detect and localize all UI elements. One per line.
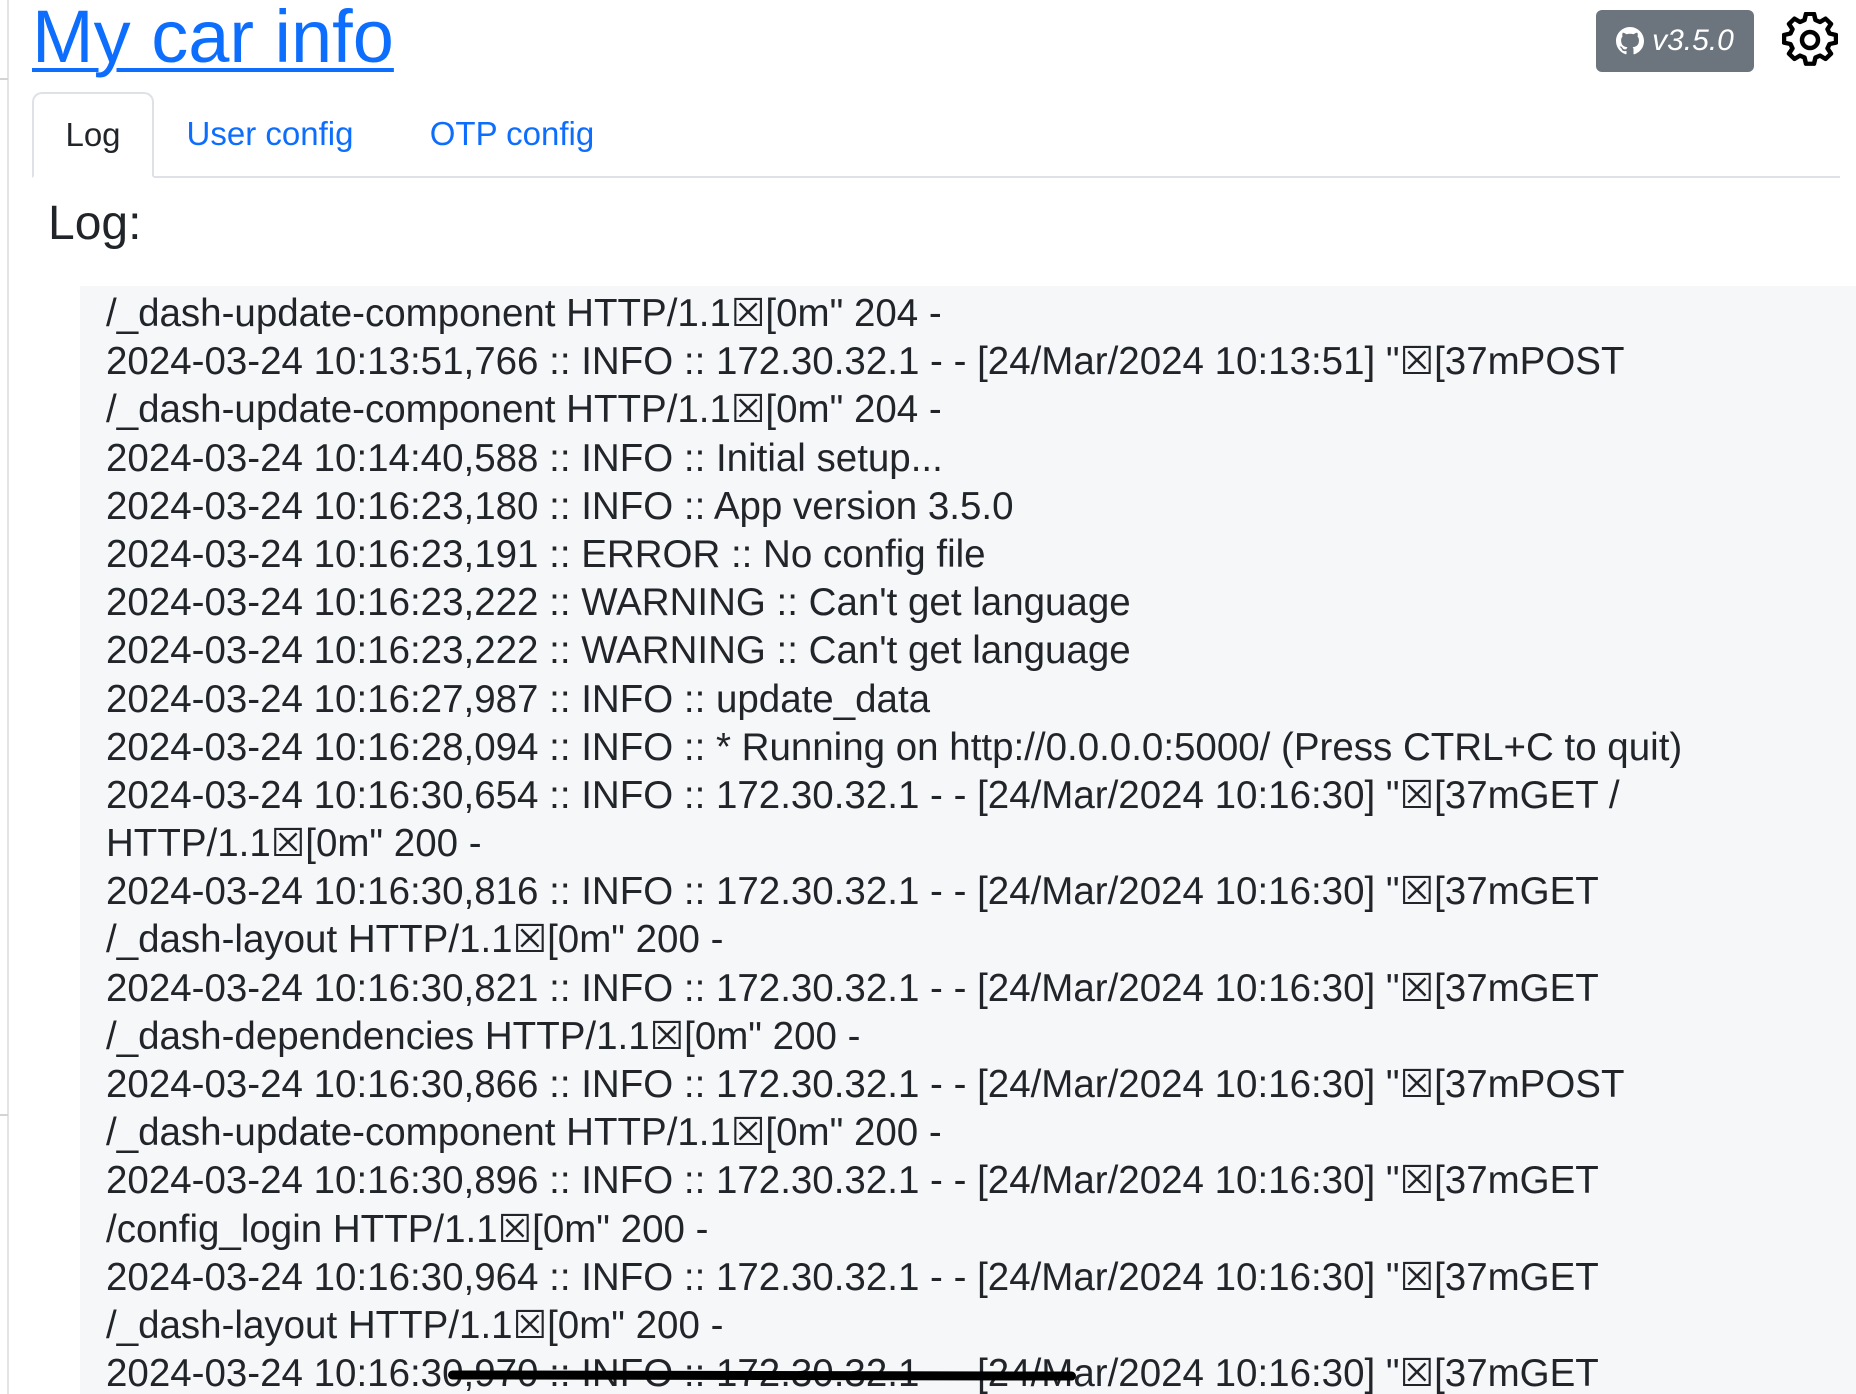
log-line: /_dash-layout HTTP/1.1☒[0m" 200 -: [106, 918, 724, 962]
log-line: 2024-03-24 10:16:28,094 :: INFO :: * Run…: [106, 725, 1683, 769]
log-line: 2024-03-24 10:14:40,588 :: INFO :: Initi…: [106, 436, 943, 480]
log-line: 2024-03-24 10:16:23,222 :: WARNING :: Ca…: [106, 629, 1131, 673]
log-line: 2024-03-24 10:16:30,821 :: INFO :: 172.3…: [106, 966, 1599, 1010]
left-border-tick: [0, 1114, 8, 1116]
tab-log[interactable]: Log: [32, 92, 154, 178]
github-version-button[interactable]: v3.5.0: [1596, 10, 1754, 72]
log-output-panel[interactable]: /_dash-update-component HTTP/1.1☒[0m" 20…: [80, 286, 1856, 1394]
tab-user-config[interactable]: User config: [184, 92, 356, 176]
version-label: v3.5.0: [1652, 24, 1734, 57]
log-lines: /_dash-update-component HTTP/1.1☒[0m" 20…: [106, 290, 1846, 1394]
log-line: 2024-03-24 10:16:30,654 :: INFO :: 172.3…: [106, 773, 1620, 817]
log-line: 2024-03-24 10:16:23,222 :: WARNING :: Ca…: [106, 581, 1131, 625]
left-border: [7, 0, 9, 1394]
log-line: /_dash-update-component HTTP/1.1☒[0m" 20…: [106, 388, 942, 432]
settings-button[interactable]: [1781, 11, 1839, 68]
tab-otp-config[interactable]: OTP config: [424, 92, 600, 176]
log-line: HTTP/1.1☒[0m" 200 -: [106, 822, 482, 866]
redaction-mark: [447, 1370, 1077, 1381]
log-line: /_dash-dependencies HTTP/1.1☒[0m" 200 -: [106, 1014, 861, 1058]
app-title-link[interactable]: My car info: [32, 0, 394, 80]
log-line: /_dash-layout HTTP/1.1☒[0m" 200 -: [106, 1303, 724, 1347]
app-page: My car info v3.5.0 Log User config OTP c…: [0, 0, 1856, 1394]
log-line: 2024-03-24 10:16:23,191 :: ERROR :: No c…: [106, 532, 986, 576]
log-line: 2024-03-24 10:16:30,964 :: INFO :: 172.3…: [106, 1255, 1599, 1299]
log-line: 2024-03-24 10:16:27,987 :: INFO :: updat…: [106, 677, 931, 721]
gear-icon: [1781, 11, 1839, 72]
log-line: /_dash-update-component HTTP/1.1☒[0m" 20…: [106, 1111, 942, 1155]
log-line: 2024-03-24 10:16:30,866 :: INFO :: 172.3…: [106, 1063, 1625, 1106]
log-line: 2024-03-24 10:16:30,816 :: INFO :: 172.3…: [106, 870, 1599, 914]
tab-bar: Log User config OTP config: [32, 92, 1840, 178]
github-icon: [1616, 27, 1645, 55]
log-line: /config_login HTTP/1.1☒[0m" 200 -: [106, 1207, 709, 1251]
left-border-tick: [0, 78, 8, 80]
log-heading: Log:: [48, 197, 142, 250]
log-line: /_dash-update-component HTTP/1.1☒[0m" 20…: [106, 292, 942, 335]
log-line: 2024-03-24 10:16:30,896 :: INFO :: 172.3…: [106, 1159, 1599, 1203]
log-line: 2024-03-24 10:13:51,766 :: INFO :: 172.3…: [106, 340, 1625, 384]
log-line: 2024-03-24 10:16:23,180 :: INFO :: App v…: [106, 484, 1014, 528]
